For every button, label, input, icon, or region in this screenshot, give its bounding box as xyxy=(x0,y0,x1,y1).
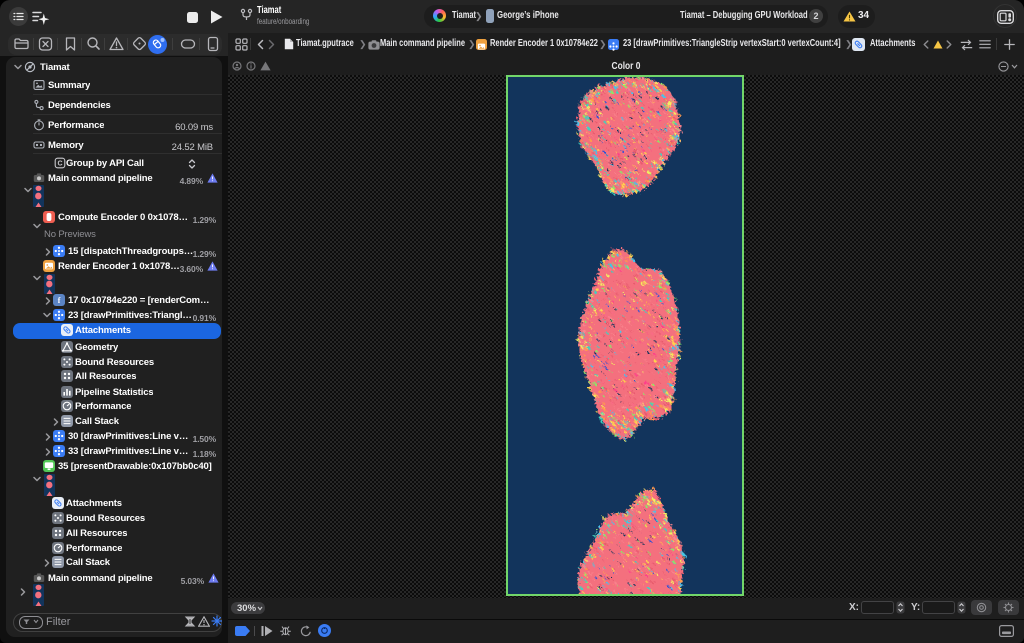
svg-text:f: f xyxy=(58,296,61,305)
svg-text:C: C xyxy=(58,161,63,168)
